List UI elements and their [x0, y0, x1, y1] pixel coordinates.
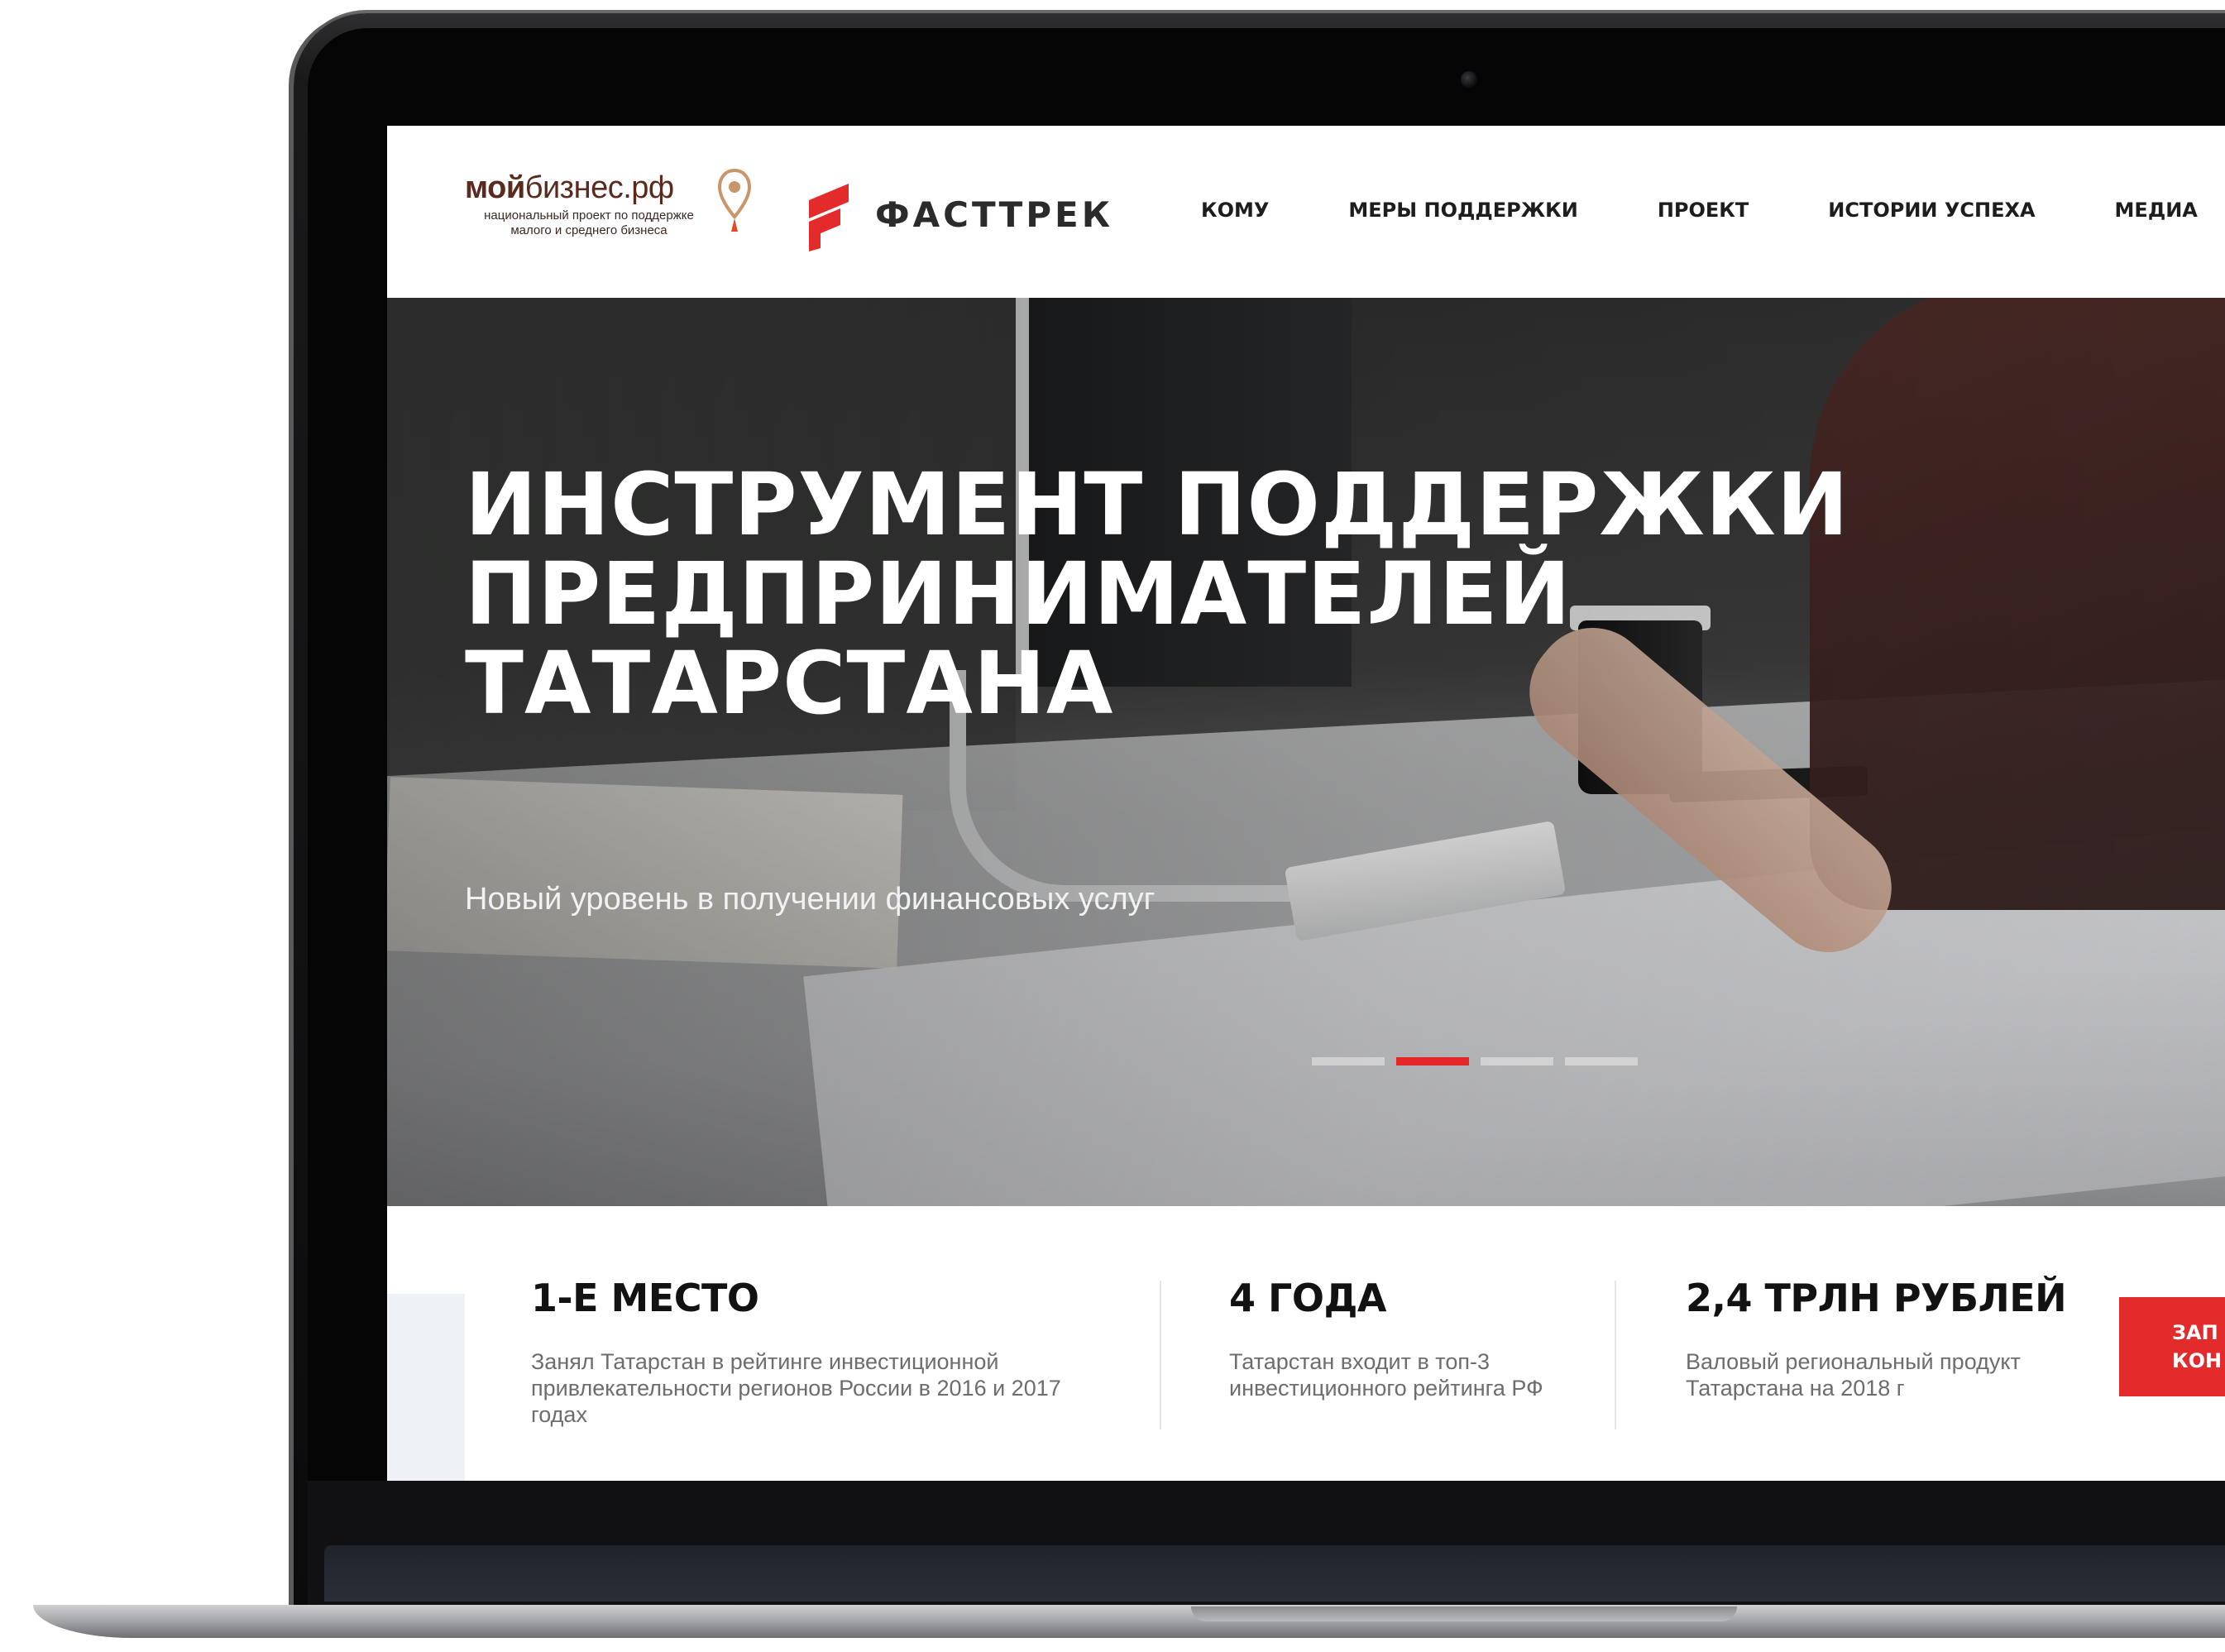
hero-slider-pagination: [1312, 1057, 1649, 1065]
moybiznes-tagline: национальный проект по поддержке малого …: [484, 208, 694, 237]
site-header: мойбизнес.рф национальный проект по подд…: [387, 126, 2225, 298]
nav-item-komu[interactable]: КОМУ: [1201, 199, 1269, 222]
nav-item-support-measures[interactable]: МЕРЫ ПОДДЕРЖКИ: [1348, 199, 1577, 222]
nav-item-media[interactable]: МЕДИА: [2115, 199, 2198, 222]
stat-item: 2,4 ТРЛН РУБЛЕЙ Валовый региональный про…: [1686, 1276, 2083, 1401]
stat-title: 2,4 ТРЛН РУБЛЕЙ: [1686, 1276, 2067, 1320]
slider-dot-2[interactable]: [1396, 1057, 1469, 1065]
slider-dot-3[interactable]: [1481, 1057, 1553, 1065]
nav-item-project[interactable]: ПРОЕКТ: [1658, 199, 1749, 222]
consultation-button[interactable]: ЗАП КОН: [2119, 1297, 2225, 1396]
laptop-mockup: мойбизнес.рф национальный проект по подд…: [0, 0, 2225, 1652]
stat-divider: [1615, 1281, 1616, 1429]
camera-icon: [1461, 71, 1477, 88]
laptop-base: [33, 1605, 2225, 1638]
browser-viewport: мойбизнес.рф национальный проект по подд…: [387, 126, 2225, 1481]
stat-title: 4 ГОДА: [1229, 1276, 1387, 1320]
main-nav: КОМУ МЕРЫ ПОДДЕРЖКИ ПРОЕКТ ИСТОРИИ УСПЕХ…: [1201, 199, 2225, 222]
stat-item: 4 ГОДА Татарстан входит в топ-3 инвестиц…: [1229, 1276, 1577, 1401]
stat-text: Занял Татарстан в рейтинге инвестиционно…: [531, 1349, 1061, 1427]
slider-dot-4[interactable]: [1565, 1057, 1638, 1065]
moybiznes-logo[interactable]: мойбизнес.рф национальный проект по подд…: [465, 168, 752, 238]
slider-dot-1[interactable]: [1312, 1057, 1385, 1065]
laptop-bezel-bottom: [308, 1481, 2225, 1605]
stats-panel: 1-Е МЕСТО Занял Татарстан в рейтинге инв…: [465, 1206, 2225, 1481]
hero-banner: ИНСТРУМЕНТ ПОДДЕРЖКИ ПРЕДПРИНИМАТЕЛЕЙ ТА…: [387, 298, 2225, 1206]
stat-title: 1-Е МЕСТО: [531, 1276, 759, 1320]
hero-subtitle: Новый уровень в получении финансовых усл…: [465, 882, 1156, 917]
laptop-base-notch: [1191, 1607, 1737, 1621]
stat-divider: [1160, 1281, 1161, 1429]
hero-title: ИНСТРУМЕНТ ПОДДЕРЖКИ ПРЕДПРИНИМАТЕЛЕЙ ТА…: [465, 454, 1849, 734]
stat-item: 1-Е МЕСТО Занял Татарстан в рейтинге инв…: [531, 1276, 1093, 1428]
fasttrack-wordmark: ФАСТТРЕК: [875, 194, 1114, 235]
stat-text: Валовый региональный продукт Татарстана …: [1686, 1349, 2021, 1401]
fasttrack-logo[interactable]: ФАСТТРЕК: [802, 177, 1113, 251]
nav-item-success-stories[interactable]: ИСТОРИИ УСПЕХА: [1828, 199, 2035, 222]
stat-text: Татарстан входит в топ-3 инвестиционного…: [1229, 1349, 1543, 1401]
fasttrack-mark-icon: [809, 184, 849, 251]
location-pin-icon: [717, 168, 752, 232]
